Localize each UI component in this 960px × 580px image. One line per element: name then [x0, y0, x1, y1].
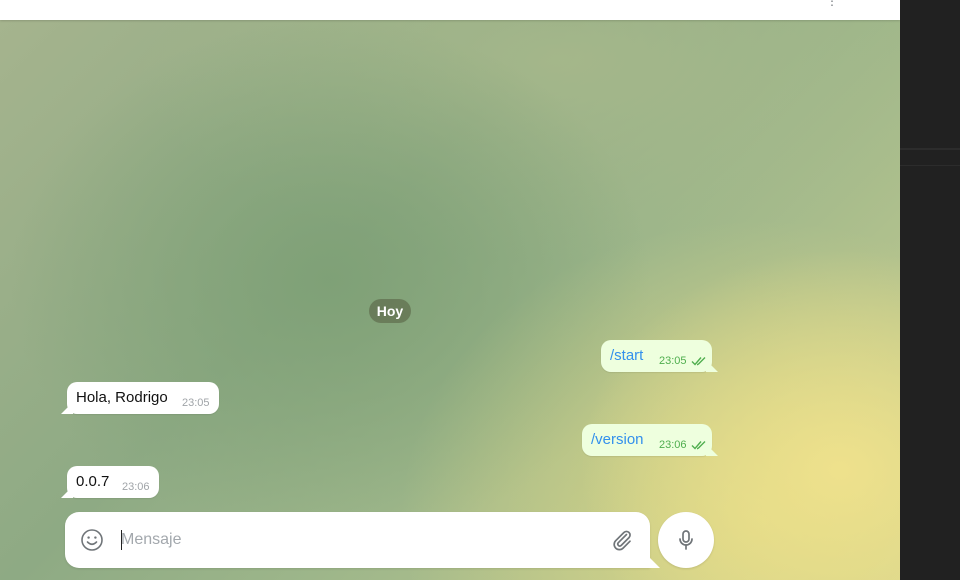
message-input[interactable]	[119, 526, 601, 554]
microphone-icon	[679, 530, 693, 550]
chat-header: ⋮	[0, 0, 900, 20]
message-incoming[interactable]: Hola, Rodrigo 23:05	[67, 382, 219, 414]
message-text: Hola, Rodrigo	[76, 389, 168, 406]
divider	[900, 148, 960, 150]
smiley-icon[interactable]	[80, 528, 104, 552]
message-text-command[interactable]: /start	[610, 347, 643, 364]
message-composer	[65, 512, 650, 568]
message-time: 23:06	[659, 439, 687, 451]
paperclip-icon[interactable]	[610, 528, 634, 552]
message-incoming[interactable]: 0.0.7 23:06	[67, 466, 159, 498]
text-caret	[121, 530, 122, 550]
side-panel	[900, 0, 960, 580]
message-time: 23:05	[182, 397, 210, 409]
message-time: 23:06	[122, 481, 150, 493]
message-outgoing[interactable]: /start 23:05	[601, 340, 712, 372]
double-check-icon	[691, 441, 706, 450]
double-check-icon	[691, 357, 706, 366]
date-separator: Hoy	[369, 299, 411, 323]
chat-pane: ⋮ Hoy /start 23:05 Hola, Rodrigo 23:05 /…	[0, 0, 900, 580]
message-time: 23:05	[659, 355, 687, 367]
message-text: 0.0.7	[76, 473, 110, 490]
message-outgoing[interactable]: /version 23:06	[582, 424, 712, 456]
voice-message-button[interactable]	[658, 512, 714, 568]
divider	[900, 165, 960, 166]
more-icon[interactable]: ⋮	[826, 0, 838, 8]
message-text-command[interactable]: /version	[591, 431, 644, 448]
